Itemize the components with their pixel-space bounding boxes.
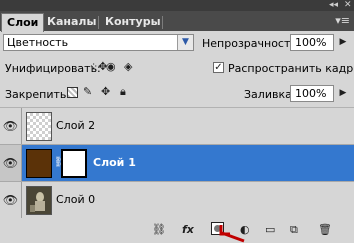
eye-icon[interactable]: 👁︎	[0, 182, 22, 218]
blend-mode-select[interactable]: Цветность ▼	[3, 34, 194, 51]
chevron-down-icon[interactable]: ▼	[177, 35, 193, 50]
eye-icon[interactable]: 👁︎	[0, 145, 22, 181]
tab-channels[interactable]: Каналы	[42, 13, 101, 31]
blend-mode-value: Цветность	[7, 36, 69, 49]
layers-panel: ◂◂ ✕ Слои Каналы Контуры ▾≡ Цветность ▼ …	[0, 0, 354, 243]
lock-all-icon[interactable]: 🔒︎	[120, 86, 126, 98]
bottom-toolbar: ⛓︎ fx ◐ ▭ ⧉ 🗑︎	[0, 218, 354, 243]
unify-style-icon[interactable]: ◈	[124, 61, 132, 73]
double-chevron-icon[interactable]: ◂◂	[329, 0, 338, 10]
lock-label: Закрепить:	[5, 88, 71, 101]
fx-button[interactable]: fx	[182, 223, 194, 236]
propagate-frame-label: Распространить кадр 1	[228, 62, 354, 75]
unify-label: Унифицировать:	[5, 62, 101, 75]
layer-mask-thumbnail[interactable]	[61, 149, 87, 178]
tab-bar: Слои Каналы Контуры ▾≡	[0, 11, 354, 32]
panel-menu-icon[interactable]: ▾≡	[335, 14, 350, 28]
annotation-arrow-icon	[219, 225, 245, 243]
photo-thumbnail-image	[27, 187, 51, 214]
lock-pixels-icon[interactable]: ✎	[83, 86, 92, 98]
layer-name[interactable]: Слой 2	[56, 119, 95, 133]
layer-row-selected[interactable]: 👁︎ ⛓︎ Слой 1	[0, 145, 354, 182]
panel-titlebar: ◂◂ ✕	[0, 0, 354, 11]
fill-label: Заливка:	[244, 88, 296, 101]
unify-position-icon[interactable]: ⁘✥	[89, 61, 107, 73]
new-layer-icon[interactable]: ⧉	[290, 223, 298, 236]
layer-list: 👁︎ Слой 2 👁︎ ⛓︎ Слой 1 👁︎ Слой 0	[0, 108, 354, 219]
tab-separator	[98, 16, 99, 29]
layer-name[interactable]: Слой 1	[93, 156, 136, 170]
opacity-label: Непрозрачность:	[202, 37, 301, 50]
layer-thumbnail	[26, 112, 52, 141]
propagate-frame-checkbox[interactable]: ✓	[213, 62, 224, 73]
layer-thumbnail	[26, 149, 52, 178]
opacity-input[interactable]: 100%	[290, 34, 334, 51]
tab-paths[interactable]: Контуры	[100, 13, 166, 31]
folder-icon[interactable]: ▭	[265, 223, 275, 236]
link-icon[interactable]: ⛓︎	[152, 223, 166, 236]
trash-icon[interactable]: 🗑︎	[318, 223, 332, 236]
layer-thumbnail	[26, 186, 52, 215]
layer-name[interactable]: Слой 0	[56, 193, 95, 207]
layer-row[interactable]: 👁︎ Слой 0	[0, 182, 354, 219]
lock-position-icon[interactable]: ✥	[101, 86, 110, 98]
layer-row[interactable]: 👁︎ Слой 2	[0, 108, 354, 145]
eye-icon[interactable]: 👁︎	[0, 108, 22, 144]
opacity-dropdown-icon[interactable]: ▶	[336, 35, 350, 50]
fill-input[interactable]: 100%	[290, 85, 334, 102]
close-icon[interactable]: ✕	[344, 0, 352, 10]
lock-transparency-icon[interactable]	[67, 87, 78, 98]
unify-visibility-icon[interactable]: ◉	[106, 61, 116, 73]
fill-dropdown-icon[interactable]: ▶	[336, 86, 350, 101]
tab-separator	[162, 16, 163, 29]
tab-layers[interactable]: Слои	[1, 13, 45, 32]
